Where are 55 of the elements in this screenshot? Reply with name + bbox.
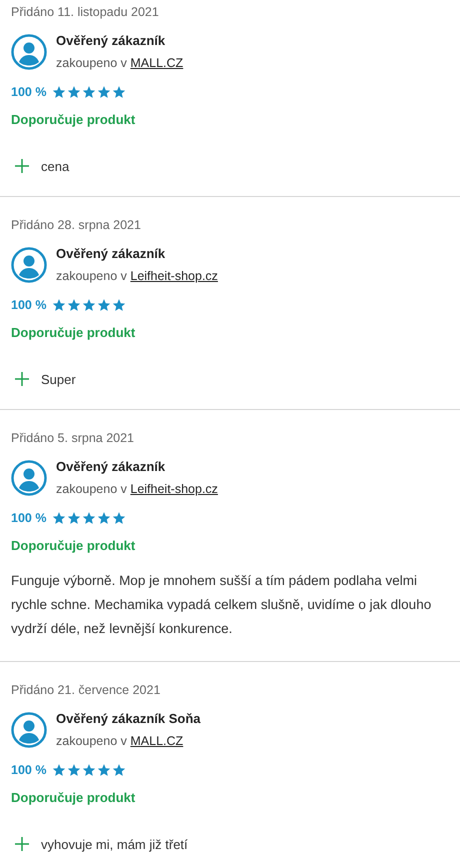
rating-percent: 100 % [11,298,46,312]
star-icon [112,298,126,312]
recommendation: Doporučuje produkt [11,324,136,342]
recommendation: Doporučuje produkt [11,789,136,807]
shop-link[interactable]: Leifheit-shop.cz [130,269,218,283]
plus-icon [15,837,29,851]
shop-link[interactable]: MALL.CZ [130,56,184,70]
star-icon [82,85,96,99]
purchase-source: zakoupeno v MALL.CZ [56,733,184,750]
purchase-source: zakoupeno v MALL.CZ [56,55,184,72]
star-icon [52,511,66,525]
purchase-source: zakoupeno v Leifheit-shop.cz [56,481,218,498]
star-icon [97,511,112,525]
pro-text: Super [41,372,76,386]
user-avatar-icon [11,712,47,748]
star-icon [52,85,66,99]
star-icon [52,763,66,777]
star-icon [97,763,112,777]
star-icon [67,298,82,312]
star-icon [82,298,96,312]
reviewer-name: Ověřený zákazník [56,458,166,476]
star-icon [82,763,96,777]
star-icon [112,763,126,777]
review-date: Přidáno 11. listopadu 2021 [11,4,160,21]
rating-percent: 100 % [11,85,46,99]
star-icon [82,511,96,525]
recommendation: Doporučuje produkt [11,537,136,555]
pro-text: cena [41,158,70,174]
reviewer-name: Ověřený zákazník [56,32,166,50]
review-date: Přidáno 28. srpna 2021 [11,217,142,234]
star-icon [97,85,112,99]
review-date: Přidáno 21. července 2021 [11,682,162,699]
star-icon [52,298,66,312]
user-avatar-icon [11,247,47,283]
pro-text: vyhovuje mi, mám již třetí [41,836,188,852]
shop-link[interactable]: Leifheit-shop.cz [130,482,218,496]
review-date: Přidáno 5. srpna 2021 [11,430,136,447]
user-avatar-icon [11,34,47,70]
reviewer-name: Ověřený zákazník [56,245,166,263]
plus-icon [15,372,29,386]
user-avatar-icon [11,460,47,496]
rating-percent: 100 % [11,511,46,525]
purchase-source: zakoupeno v Leifheit-shop.cz [56,268,218,285]
star-icon [67,85,82,99]
review-text: Funguje výborně. Mop je mnohem sušší a tím pádem podlaha velmi rychle schne. Mechamika vypadá celkem slušně, uvidíme o jak dlouho vydrží déle, než levnější konkurence. [11,572,432,638]
rating-percent: 100 % [11,763,46,777]
reviewer-name: Ověřený zákazník Soňa [56,710,201,728]
star-icon [67,511,82,525]
recommendation: Doporučuje produkt [11,111,136,129]
star-icon [67,763,82,777]
star-icon [97,298,112,312]
star-icon [112,511,126,525]
shop-link[interactable]: MALL.CZ [130,734,184,748]
star-icon [112,85,126,99]
plus-icon [15,159,29,173]
